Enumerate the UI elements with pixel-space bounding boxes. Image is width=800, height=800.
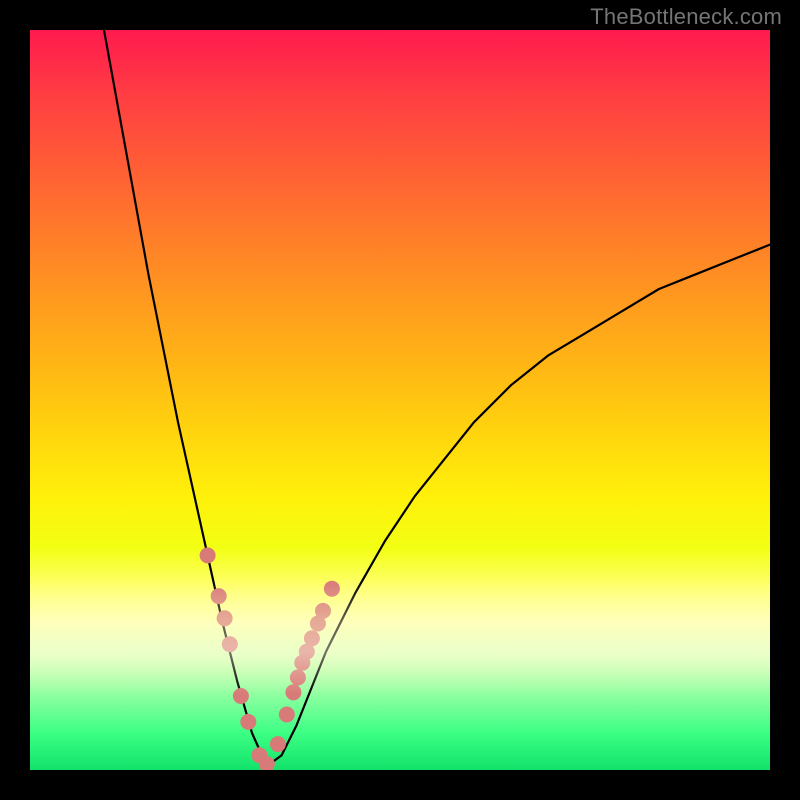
highlight-dot	[315, 603, 331, 619]
highlight-dot	[222, 636, 238, 652]
highlight-dot	[304, 630, 320, 646]
watermark-text: TheBottleneck.com	[590, 4, 782, 30]
highlight-dot	[211, 588, 227, 604]
highlight-dot	[240, 714, 256, 730]
highlight-dot	[233, 688, 249, 704]
highlight-dot	[324, 581, 340, 597]
plot-area	[30, 30, 770, 770]
bottleneck-curve	[104, 30, 770, 766]
outer-frame: TheBottleneck.com	[0, 0, 800, 800]
highlight-dot	[200, 547, 216, 563]
highlight-dot	[285, 684, 301, 700]
highlight-dot	[217, 610, 233, 626]
highlight-dot	[290, 670, 306, 686]
highlight-dot	[270, 736, 286, 752]
chart-svg	[30, 30, 770, 770]
highlight-dot	[279, 707, 295, 723]
